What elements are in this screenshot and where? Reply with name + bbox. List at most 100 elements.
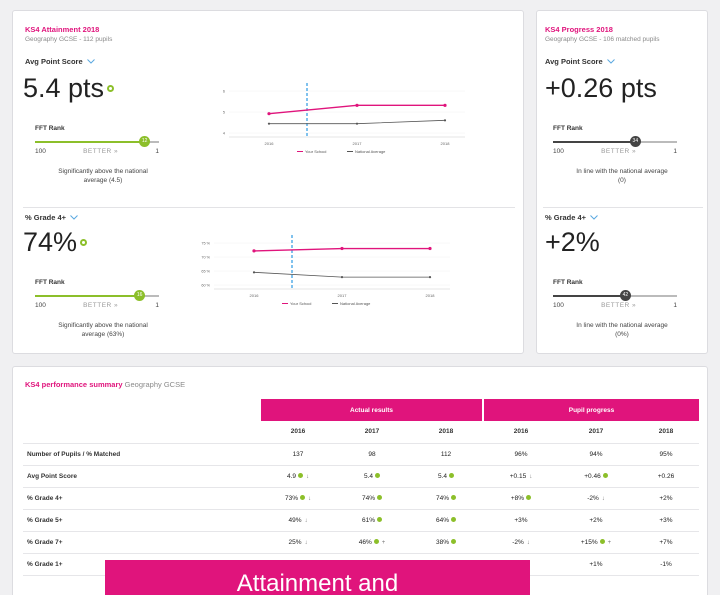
banner-text: Attainment and bbox=[236, 570, 399, 595]
table-cell: +0.26 bbox=[633, 465, 699, 488]
year-header: 2016 bbox=[483, 421, 559, 444]
scale-direction-label: BETTER » bbox=[601, 148, 637, 155]
attainment-subtitle: Geography GCSE - 112 pupils bbox=[25, 36, 113, 43]
x-tick-label: 2017 bbox=[353, 141, 363, 146]
table-cell: 5.4 bbox=[409, 465, 483, 488]
grade4-value: 74% bbox=[23, 227, 88, 258]
table-cell: 46% + bbox=[335, 531, 409, 554]
trend-up-icon: + bbox=[607, 539, 612, 546]
scale-right-label: 1 bbox=[673, 302, 677, 309]
cell-value: 38% bbox=[435, 538, 449, 546]
trend-down-icon: ↓ bbox=[306, 473, 310, 480]
y-tick-label: 70 % bbox=[201, 256, 210, 260]
x-tick-label: 2018 bbox=[441, 141, 451, 146]
data-point bbox=[340, 275, 344, 279]
cell-value: 5.4 bbox=[437, 472, 448, 480]
scale-left-label: 100 bbox=[35, 302, 46, 309]
data-point bbox=[252, 271, 256, 274]
progress-grade4-metric-selector[interactable]: % Grade 4+ bbox=[545, 213, 598, 222]
data-point bbox=[267, 112, 271, 116]
scale-direction-label: BETTER » bbox=[83, 302, 119, 309]
year-header: 2018 bbox=[633, 421, 699, 444]
year-header: 2017 bbox=[335, 421, 409, 444]
pupil-progress-header: Pupil progress bbox=[483, 399, 699, 421]
progress-aps-note: In line with the national average (0) bbox=[547, 167, 697, 185]
summary-heading: KS4 performance summary Geography GCSE bbox=[25, 380, 185, 389]
table-cell: 74% bbox=[409, 487, 483, 510]
y-tick-label: 60 % bbox=[201, 284, 210, 288]
table-cell: 74% bbox=[335, 487, 409, 510]
aps-value-text: 5.4 pts bbox=[23, 73, 105, 103]
fft-rank-marker: 12 bbox=[139, 136, 151, 147]
fft-rank-fill bbox=[553, 141, 635, 143]
table-cell: 98 bbox=[335, 443, 409, 466]
grade4-significance-note: Significantly above the national average… bbox=[33, 321, 173, 339]
progress-aps-value-text: +0.26 pts bbox=[545, 73, 657, 103]
progress-grade4-value-text: +2% bbox=[545, 227, 600, 257]
cell-value: 94% bbox=[589, 450, 603, 458]
table-cell: 38% bbox=[409, 531, 483, 554]
fft-rank-fill bbox=[35, 141, 145, 143]
data-point bbox=[443, 103, 447, 107]
table-cell: +2% bbox=[559, 509, 633, 532]
attainment-title: KS4 Attainment 2018 bbox=[25, 25, 100, 34]
trend-down-icon: ↓ bbox=[308, 495, 311, 502]
chevron-down-icon bbox=[590, 215, 598, 220]
table-row: % Grade 4+ 73% ↓ 74% 74% +8% -2% ↓ +2% bbox=[23, 487, 699, 510]
table-cell: 61% bbox=[335, 509, 409, 532]
progress-grade4-metric-label: % Grade 4+ bbox=[545, 213, 587, 222]
significance-dot-icon bbox=[298, 473, 304, 479]
corner-cell bbox=[23, 399, 261, 421]
y-tick-label: 4 bbox=[223, 132, 225, 136]
cell-value: +3% bbox=[514, 516, 528, 524]
grade4-metric-label: % Grade 4+ bbox=[25, 213, 67, 222]
aps-trend-chart: 6 5 4 2016 2017 2018 Your School National Avera… bbox=[223, 83, 465, 154]
legend-label: Your School bbox=[290, 301, 312, 306]
table-cell: 73% ↓ bbox=[261, 487, 335, 510]
summary-subject: Geography GCSE bbox=[124, 380, 186, 389]
table-cell: 94% bbox=[559, 443, 633, 466]
significance-dot-icon bbox=[449, 473, 455, 479]
cell-value: +8% bbox=[510, 494, 525, 502]
aps-metric-selector[interactable]: Avg Point Score bbox=[25, 57, 95, 66]
note-line-2: (0%) bbox=[615, 331, 629, 338]
note-line-1: Significantly above the national bbox=[58, 322, 148, 329]
note-line-1: In line with the national average bbox=[576, 322, 668, 329]
progress-aps-value: +0.26 pts bbox=[545, 73, 657, 104]
cell-value: 112 bbox=[440, 450, 452, 458]
scale-left-label: 100 bbox=[553, 302, 564, 309]
trend-down-icon: ↓ bbox=[304, 517, 308, 524]
trend-up-icon: + bbox=[381, 539, 386, 546]
fft-rank-scale: 12 bbox=[35, 136, 159, 147]
table-row: % Grade 5+ 49% ↓ 61% 64% +3% +2% +3% bbox=[23, 509, 699, 532]
cell-value: +1% bbox=[589, 560, 603, 568]
legend-label: Your School bbox=[305, 149, 327, 154]
significance-dot-icon bbox=[375, 473, 381, 479]
table-cell: +2% bbox=[633, 487, 699, 510]
cell-value: 61% bbox=[361, 516, 375, 524]
cell-value: -1% bbox=[660, 560, 672, 568]
grade4-trend-chart: 75 % 70 % 65 % 60 % 2016 2017 2018 Your School N… bbox=[201, 235, 450, 306]
table-row: Number of Pupils / % Matched 137 98 112 96% 9… bbox=[23, 443, 699, 466]
cell-value: 95% bbox=[659, 450, 673, 458]
note-line-2: average (4.5) bbox=[83, 177, 123, 184]
cell-value: +7% bbox=[659, 538, 673, 546]
trend-down-icon: ↓ bbox=[601, 495, 605, 502]
row-label: % Grade 5+ bbox=[23, 509, 261, 532]
scale-direction-label: BETTER » bbox=[83, 148, 119, 155]
table-cell: 112 bbox=[409, 443, 483, 466]
cell-value: 96% bbox=[514, 450, 528, 458]
cell-value: +2% bbox=[659, 494, 673, 502]
progress-aps-metric-selector[interactable]: Avg Point Score bbox=[545, 57, 615, 66]
x-tick-label: 2018 bbox=[426, 293, 436, 298]
cell-value: +15% bbox=[580, 538, 598, 546]
y-tick-label: 75 % bbox=[201, 242, 210, 246]
fft-rank-marker: 34 bbox=[629, 136, 641, 147]
significance-up-icon bbox=[80, 239, 88, 246]
significance-up-icon bbox=[107, 85, 115, 92]
scale-right-label: 1 bbox=[155, 302, 159, 309]
grade4-metric-selector[interactable]: % Grade 4+ bbox=[25, 213, 78, 222]
fft-rank-scale: 16 bbox=[35, 290, 159, 301]
table-cell: +7% bbox=[633, 531, 699, 554]
progress-aps-metric-label: Avg Point Score bbox=[545, 57, 603, 66]
